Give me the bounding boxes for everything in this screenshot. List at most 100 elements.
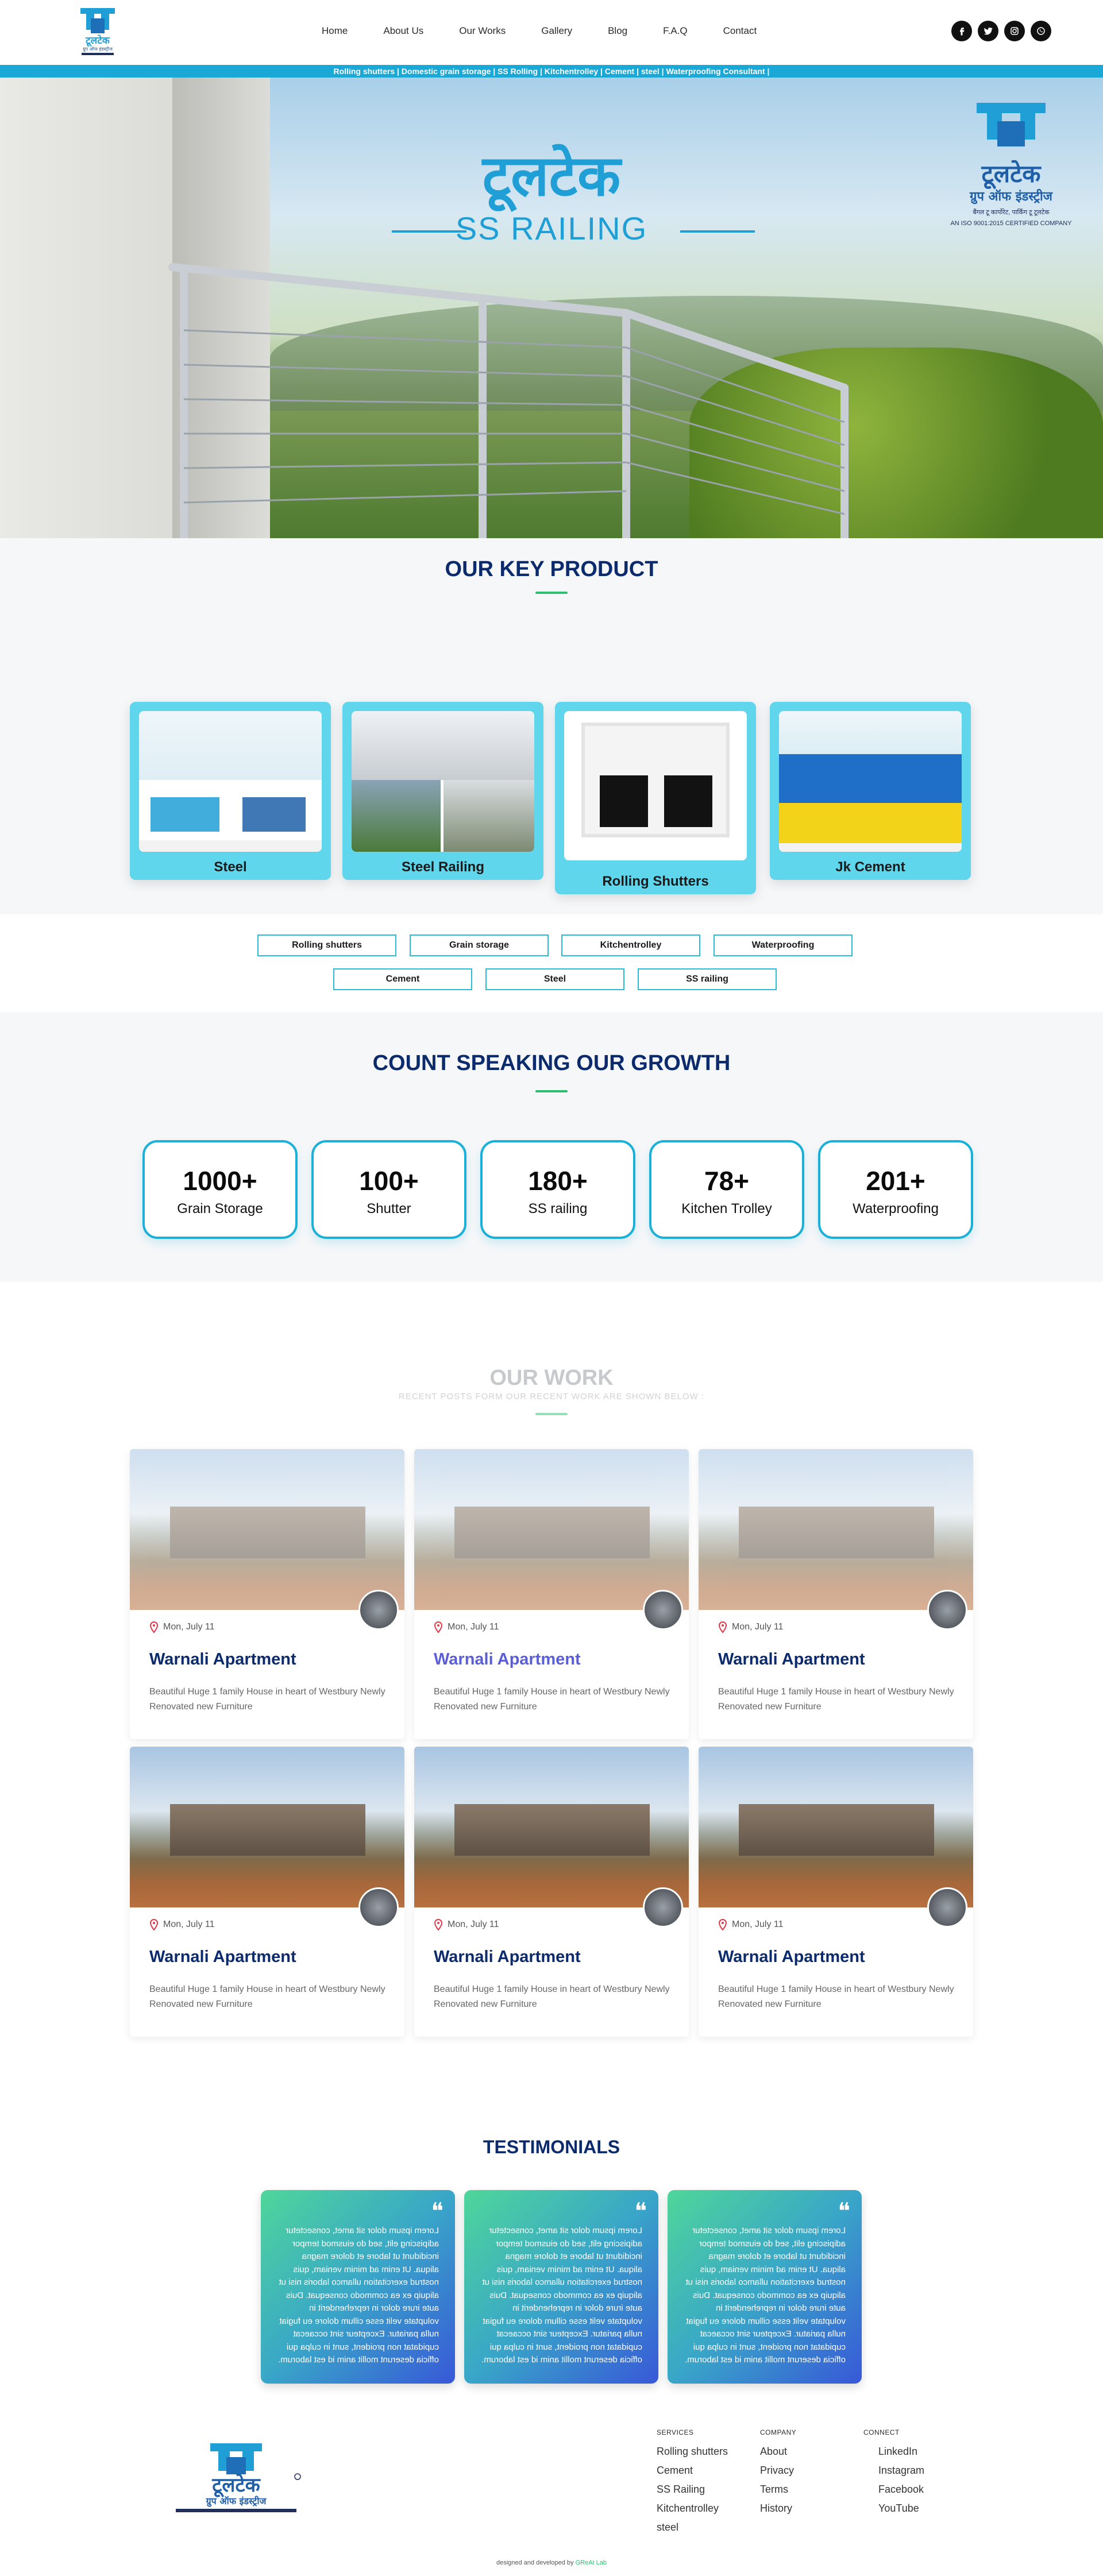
footer-link[interactable]: steel [657,2521,728,2533]
author-avatar [358,1590,399,1630]
work-description: Beautiful Huge 1 family House in heart o… [149,1984,385,2009]
footer-link[interactable]: Privacy [760,2465,796,2477]
hero-divider-right [680,230,755,233]
work-card[interactable]: Mon, July 11 Warnali Apartment Beautiful… [699,1747,973,2037]
work-date: Mon, July 11 [718,1919,784,1930]
work-description: Beautiful Huge 1 family House in heart o… [434,1687,670,1712]
footer-link[interactable]: Kitchentrolley [657,2502,728,2515]
stat-ss-railing: 180+ SS railing [480,1140,635,1239]
hero-brand-logo: टूलटेक ग्रुप ऑफ इंडस्ट्रीज बैंगल टू कार्… [942,101,1080,250]
work-photo [130,1449,404,1610]
work-card[interactable]: Mon, July 11 Warnali Apartment Beautiful… [130,1747,404,2037]
work-title-link[interactable]: Warnali Apartment [149,1650,296,1669]
product-image-steel [139,711,322,852]
main-nav: Home About Us Our Works Gallery Blog F.A… [322,25,792,37]
work-card[interactable]: Mon, July 11 Warnali Apartment Beautiful… [414,1449,689,1739]
instagram-icon[interactable] [1004,21,1025,41]
stat-label: Shutter [367,1201,411,1216]
footer-connect-heading: CONNECT [863,2428,900,2436]
work-description: Beautiful Huge 1 family House in heart o… [434,1984,670,2009]
product-card-steel[interactable]: Steel [130,702,331,880]
location-pin-icon [434,1919,443,1930]
footer-logo[interactable]: टूलटेक ग्रुप ऑफ इंडस्ट्रीज [164,2441,308,2516]
location-pin-icon [718,1919,727,1930]
footer-link[interactable]: Terms [760,2484,796,2496]
footer-link[interactable]: YouTube [878,2502,924,2515]
chip-steel[interactable]: Steel [485,968,624,990]
footer-link[interactable]: Instagram [878,2465,924,2477]
work-underline [535,1413,568,1415]
developer-link[interactable]: GReAt Lab [576,2559,607,2566]
footer-link[interactable]: Facebook [878,2484,924,2496]
work-title-link[interactable]: Warnali Apartment [718,1650,865,1669]
footer-credit: designed and developed by GReAt Lab [496,2559,607,2566]
testimonial-card: ❝ Lorem ipsum dolor sit amet, consectetu… [261,2190,455,2384]
work-title-link[interactable]: Warnali Apartment [434,1948,581,1967]
social-links [951,21,1051,41]
nav-faq[interactable]: F.A.Q [663,25,688,37]
site-header: टूलटेक ग्रुप ऑफ इंडस्ट्रीज Home About Us… [0,0,1103,64]
nav-gallery[interactable]: Gallery [541,25,572,37]
hero-title-hindi: टूलटेक [482,144,621,209]
footer-link[interactable]: History [760,2502,796,2515]
work-date: Mon, July 11 [434,1919,499,1930]
chip-rolling-shutters[interactable]: Rolling shutters [257,934,396,956]
whatsapp-icon[interactable] [1031,21,1051,41]
nav-contact[interactable]: Contact [723,25,757,37]
work-card[interactable]: Mon, July 11 Warnali Apartment Beautiful… [699,1449,973,1739]
chip-kitchentrolley[interactable]: Kitchentrolley [561,934,700,956]
work-date: Mon, July 11 [149,1919,215,1930]
facebook-icon[interactable] [951,21,972,41]
product-card-jk-cement[interactable]: Jk Cement [770,702,971,880]
chip-waterproofing[interactable]: Waterproofing [714,934,853,956]
work-card[interactable]: Mon, July 11 Warnali Apartment Beautiful… [414,1747,689,2037]
product-label-steel-railing: Steel Railing [401,859,485,875]
work-photo [414,1747,689,1907]
nav-blog[interactable]: Blog [608,25,627,37]
work-title-link[interactable]: Warnali Apartment [434,1650,581,1669]
footer-link[interactable]: SS Railing [657,2484,728,2496]
product-card-steel-railing[interactable]: Steel Railing [342,702,543,880]
footer-link[interactable]: Cement [657,2465,728,2477]
testimonial-card: ❝ Lorem ipsum dolor sit amet, consectetu… [464,2190,658,2384]
work-photo [699,1747,973,1907]
stat-label: SS railing [528,1201,588,1216]
author-avatar [358,1887,399,1928]
work-photo [699,1449,973,1610]
testimonial-text: Lorem ipsum dolor sit amet, consectetur … [685,2226,846,2365]
twitter-icon[interactable] [978,21,998,41]
testimonial-text: Lorem ipsum dolor sit amet, consectetur … [278,2226,439,2365]
nav-our-works[interactable]: Our Works [459,25,506,37]
quote-icon: ❝ [838,2198,850,2224]
chip-ss-railing[interactable]: SS railing [638,968,777,990]
work-title-link[interactable]: Warnali Apartment [718,1948,865,1967]
author-avatar [643,1590,683,1630]
chip-cement[interactable]: Cement [333,968,472,990]
growth-underline [535,1090,568,1092]
work-photo [130,1747,404,1907]
svg-text:ग्रुप ऑफ इंडस्ट्रीज: ग्रुप ऑफ इंडस्ट्रीज [83,46,113,52]
nav-home[interactable]: Home [322,25,348,37]
stat-number: 201+ [866,1166,925,1196]
product-label-steel: Steel [214,859,247,875]
location-pin-icon [149,1919,159,1930]
hero-logo-cert: AN ISO 9001:2015 CERTIFIED COMPANY [950,220,1072,227]
footer-brand-hi: टूलटेक [211,2473,261,2498]
nav-about-us[interactable]: About Us [383,25,423,37]
chip-grain-storage[interactable]: Grain storage [410,934,549,956]
location-pin-icon [149,1621,159,1633]
author-avatar [927,1590,967,1630]
footer-link[interactable]: About [760,2446,796,2458]
quote-icon: ❝ [634,2198,647,2224]
product-card-rolling-shutters[interactable]: Rolling Shutters [555,702,756,894]
work-card[interactable]: Mon, July 11 Warnali Apartment Beautiful… [130,1449,404,1739]
author-avatar [643,1887,683,1928]
company-logo[interactable]: टूलटेक ग्रुप ऑफ इंडस्ट्रीज [74,6,122,59]
product-label-jk-cement: Jk Cement [835,859,905,875]
stat-kitchen-trolley: 78+ Kitchen Trolley [649,1140,804,1239]
work-photo [414,1449,689,1610]
work-title-link[interactable]: Warnali Apartment [149,1948,296,1967]
footer-link[interactable]: LinkedIn [878,2446,924,2458]
testimonial-text: Lorem ipsum dolor sit amet, consectetur … [481,2226,642,2365]
footer-link[interactable]: Rolling shutters [657,2446,728,2458]
